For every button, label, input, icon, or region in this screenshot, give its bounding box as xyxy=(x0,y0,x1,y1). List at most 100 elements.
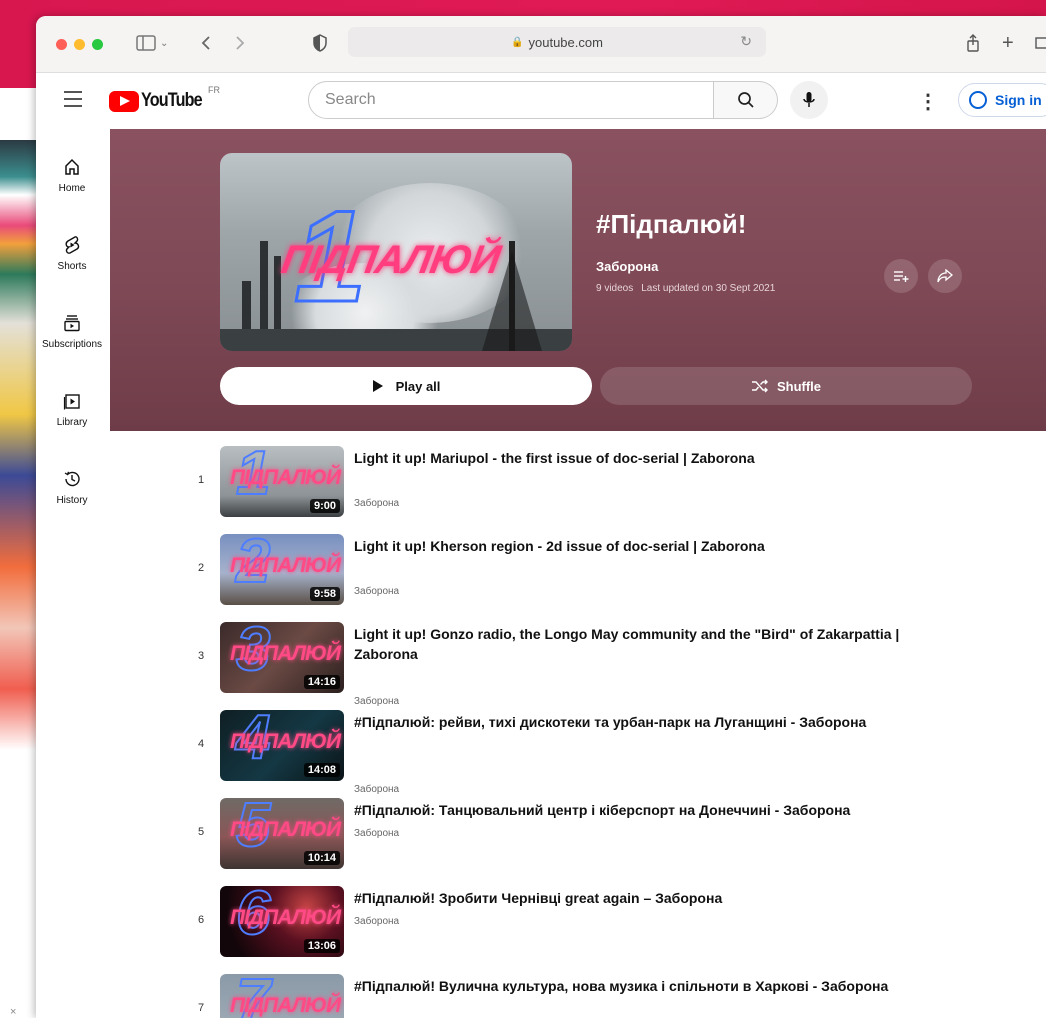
sidebar-item-library[interactable]: Library xyxy=(36,389,108,428)
video-title[interactable]: #Підпалюй! Вулична культура, нова музика… xyxy=(354,976,954,996)
sidebar-item-subscriptions[interactable]: Subscriptions xyxy=(36,311,108,350)
add-to-queue-icon xyxy=(894,271,909,282)
list-item[interactable]: 5 5 ПІДПАЛЮЙ 10:14 #Підпалюй: Танцювальн… xyxy=(186,796,1046,882)
history-icon xyxy=(64,471,80,487)
playlist-title: #Підпалюй! xyxy=(596,209,747,239)
play-all-label: Play all xyxy=(395,378,441,394)
thumbnail-word: ПІДПАЛЮЙ xyxy=(278,238,503,282)
account-icon xyxy=(969,91,987,109)
minimize-window-button[interactable] xyxy=(74,39,85,50)
list-item[interactable]: 7 7 ПІДПАЛЮЙ #Підпалюй! Вулична культура… xyxy=(186,972,1046,1018)
play-icon xyxy=(372,380,383,392)
sign-in-button[interactable]: Sign in xyxy=(958,83,1046,117)
playlist-channel[interactable]: Заборона xyxy=(596,259,658,274)
video-index: 7 xyxy=(197,1002,205,1014)
sidebar-item-home[interactable]: Home xyxy=(36,155,108,194)
video-duration: 9:58 xyxy=(309,587,340,601)
video-channel[interactable]: Заборона xyxy=(354,784,399,795)
list-item[interactable]: 1 1 ПІДПАЛЮЙ 9:00 Light it up! Mariupol … xyxy=(186,444,1046,530)
playlist-header: 1 ПІДПАЛЮЙ #Підпалюй! Заборона 9 videos L… xyxy=(110,129,1046,431)
sidebar-item-label: History xyxy=(56,495,88,506)
video-title[interactable]: #Підпалюй: рейви, тихі дискотеки та урба… xyxy=(354,712,954,732)
video-index: 4 xyxy=(197,738,205,750)
video-channel[interactable]: Заборона xyxy=(354,828,399,839)
video-title[interactable]: #Підпалюй: Танцювальний центр і кіберспо… xyxy=(354,800,954,820)
video-duration: 13:06 xyxy=(303,939,340,953)
close-window-button[interactable] xyxy=(56,39,67,50)
video-channel[interactable]: Заборона xyxy=(354,586,399,597)
last-updated: Last updated on 30 Sept 2021 xyxy=(641,283,776,294)
video-thumbnail[interactable]: 5 ПІДПАЛЮЙ 10:14 xyxy=(220,798,344,869)
search-input[interactable]: Search xyxy=(308,81,714,119)
list-item[interactable]: 2 2 ПІДПАЛЮЙ 9:58 Light it up! Kherson r… xyxy=(186,532,1046,618)
background-artwork xyxy=(0,140,36,750)
back-icon[interactable] xyxy=(200,31,212,55)
play-all-button[interactable]: Play all xyxy=(220,367,592,405)
video-thumbnail[interactable]: 2 ПІДПАЛЮЙ 9:58 xyxy=(220,534,344,605)
sidebar-item-label: Home xyxy=(58,183,86,194)
video-index: 5 xyxy=(197,826,205,838)
youtube-header: YouTube FR Search ⋮ Sign in xyxy=(36,73,1046,129)
video-thumbnail[interactable]: 3 ПІДПАЛЮЙ 14:16 xyxy=(220,622,344,693)
share-icon[interactable] xyxy=(966,31,980,55)
sidebar-item-history[interactable]: History xyxy=(36,467,108,506)
video-thumbnail[interactable]: 4 ПІДПАЛЮЙ 14:08 xyxy=(220,710,344,781)
video-duration: 10:14 xyxy=(303,851,340,865)
home-icon xyxy=(65,158,79,175)
video-index: 1 xyxy=(197,474,205,486)
shuffle-button[interactable]: Shuffle xyxy=(600,367,972,405)
video-title[interactable]: Light it up! Gonzo radio, the Longo May … xyxy=(354,624,954,664)
video-thumbnail[interactable]: 6 ПІДПАЛЮЙ 13:06 xyxy=(220,886,344,957)
new-tab-icon[interactable]: + xyxy=(1002,31,1014,55)
search-button[interactable] xyxy=(714,81,778,119)
playlist-thumbnail[interactable]: 1 ПІДПАЛЮЙ xyxy=(220,153,572,351)
video-duration: 9:00 xyxy=(309,499,340,513)
menu-icon[interactable] xyxy=(64,91,82,112)
browser-window: ⌄ 🔒 youtube.com ↻ + YouTube FR Search ⋮ … xyxy=(36,16,1046,1018)
address-bar[interactable]: 🔒 youtube.com ↻ xyxy=(348,27,766,57)
sidebar-item-shorts[interactable]: Shorts xyxy=(36,233,108,272)
shuffle-icon xyxy=(751,379,768,393)
youtube-play-icon xyxy=(109,90,139,112)
video-index: 6 xyxy=(197,914,205,926)
thumbnail-word: ПІДПАЛЮЙ xyxy=(230,466,341,489)
video-title[interactable]: #Підпалюй! Зробити Чернівці great again … xyxy=(354,888,954,908)
thumbnail-word: ПІДПАЛЮЙ xyxy=(230,818,341,841)
video-title[interactable]: Light it up! Kherson region - 2d issue o… xyxy=(354,536,954,556)
share-playlist-button[interactable] xyxy=(928,259,962,293)
voice-search-button[interactable] xyxy=(790,81,828,119)
video-thumbnail[interactable]: 7 ПІДПАЛЮЙ xyxy=(220,974,344,1018)
search-placeholder: Search xyxy=(325,91,376,108)
video-channel[interactable]: Заборона xyxy=(354,696,399,707)
country-code: FR xyxy=(208,85,220,95)
list-item[interactable]: 6 6 ПІДПАЛЮЙ 13:06 #Підпалюй! Зробити Че… xyxy=(186,884,1046,970)
video-channel[interactable]: Заборона xyxy=(354,498,399,509)
video-title[interactable]: Light it up! Mariupol - the first issue … xyxy=(354,448,954,468)
video-duration: 14:08 xyxy=(303,763,340,777)
sidebar-item-label: Subscriptions xyxy=(41,339,103,350)
list-item[interactable]: 4 4 ПІДПАЛЮЙ 14:08 #Підпалюй: рейви, тих… xyxy=(186,708,1046,795)
more-options-icon[interactable]: ⋮ xyxy=(918,89,938,114)
video-thumbnail[interactable]: 1 ПІДПАЛЮЙ 9:00 xyxy=(220,446,344,517)
thumbnail-word: ПІДПАЛЮЙ xyxy=(230,554,341,577)
tab-overview-icon[interactable] xyxy=(1034,31,1046,55)
maximize-window-button[interactable] xyxy=(92,39,103,50)
playlist-meta: 9 videos Last updated on 30 Sept 2021 xyxy=(596,283,783,294)
thumbnail-word: ПІДПАЛЮЙ xyxy=(230,642,341,665)
sidebar-toggle-icon[interactable]: ⌄ xyxy=(136,31,168,55)
privacy-shield-icon[interactable] xyxy=(312,31,328,55)
reload-icon[interactable]: ↻ xyxy=(740,33,752,50)
video-channel[interactable]: Заборона xyxy=(354,916,399,927)
list-item[interactable]: 3 3 ПІДПАЛЮЙ 14:16 Light it up! Gonzo ra… xyxy=(186,620,1046,707)
subscriptions-icon xyxy=(64,315,80,332)
video-index: 2 xyxy=(197,562,205,574)
forward-icon[interactable] xyxy=(234,31,246,55)
video-duration: 14:16 xyxy=(303,675,340,689)
video-count: 9 videos xyxy=(596,283,634,294)
logo-text: YouTube xyxy=(141,90,203,111)
lock-icon: 🔒 xyxy=(511,36,524,48)
youtube-logo[interactable]: YouTube xyxy=(109,90,212,112)
browser-toolbar: ⌄ 🔒 youtube.com ↻ + xyxy=(36,16,1046,73)
save-playlist-button[interactable] xyxy=(884,259,918,293)
thumbnail-word: ПІДПАЛЮЙ xyxy=(230,994,341,1017)
